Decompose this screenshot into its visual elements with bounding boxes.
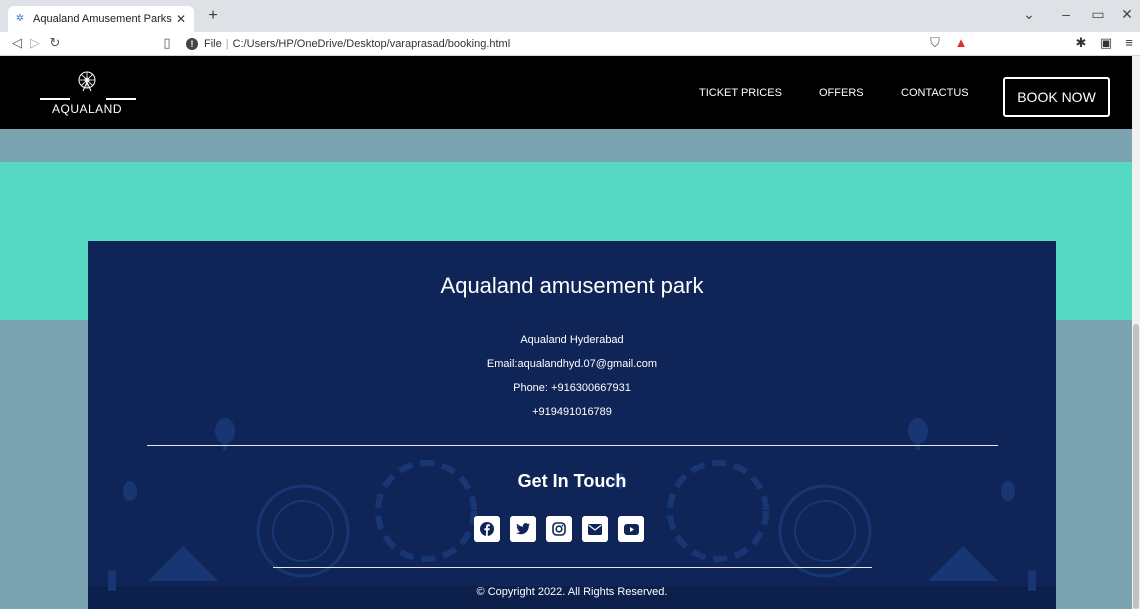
tab-title: Aqualand Amusement Parks & Re xyxy=(33,13,174,25)
extensions-icon[interactable]: ✱ xyxy=(1072,35,1090,51)
book-now-button[interactable]: BOOK NOW xyxy=(1003,77,1110,117)
forward-icon[interactable]: ▷ xyxy=(26,35,44,51)
social-links xyxy=(474,516,644,542)
scrollbar-thumb[interactable] xyxy=(1133,324,1139,609)
get-in-touch-heading: Get In Touch xyxy=(517,471,627,491)
browser-tab[interactable]: ✲ Aqualand Amusement Parks & Re ✕ xyxy=(8,6,194,32)
page-scrollbar[interactable] xyxy=(1132,56,1140,609)
footer-title: Aqualand amusement park xyxy=(440,273,704,298)
footer-address: Aqualand Hyderabad xyxy=(520,334,624,346)
ferris-wheel-icon xyxy=(78,71,96,92)
twitter-icon[interactable] xyxy=(510,516,536,542)
minimize-icon[interactable]: – xyxy=(1056,6,1076,22)
email-icon[interactable] xyxy=(582,516,608,542)
wallet-icon[interactable]: ▣ xyxy=(1097,35,1115,51)
copyright-text: © Copyright 2022. All Rights Reserved. xyxy=(476,586,668,598)
nav-contactus[interactable]: CONTACTUS xyxy=(901,87,969,99)
info-icon[interactable]: ! xyxy=(186,38,198,50)
footer-phone-2: +919491016789 xyxy=(532,406,612,418)
footer-email[interactable]: Email:aqualandhyd.07@gmail.com xyxy=(88,358,1056,370)
url-separator: | xyxy=(225,38,229,50)
logo[interactable]: AQUALAND xyxy=(38,70,138,116)
browser-tab-bar: ✲ Aqualand Amusement Parks & Re ✕ + ⌄ – … xyxy=(0,0,1140,32)
close-icon[interactable]: ✕ xyxy=(1117,6,1137,23)
youtube-icon[interactable] xyxy=(618,516,644,542)
url-scheme: File xyxy=(204,38,222,50)
reload-icon[interactable]: ↻ xyxy=(46,35,64,51)
menu-icon[interactable]: ≡ xyxy=(1120,35,1138,50)
bookmark-icon[interactable]: ▯ xyxy=(158,35,176,51)
url-text: C:/Users/HP/OneDrive/Desktop/varaprasad/… xyxy=(232,38,511,50)
new-tab-button[interactable]: + xyxy=(203,7,223,25)
nav-ticket-prices[interactable]: TICKET PRICES xyxy=(699,87,782,99)
site-header: AQUALAND TICKET PRICES OFFERS CONTACTUS … xyxy=(0,56,1132,129)
logo-line-left xyxy=(40,98,70,100)
footer-divider-2 xyxy=(273,567,872,568)
logo-text: AQUALAND xyxy=(52,102,123,116)
brave-shield-icon[interactable]: ⛉ xyxy=(926,35,944,51)
maximize-icon[interactable]: ▭ xyxy=(1088,6,1108,23)
browser-address-bar: ◁ ▷ ↻ ▯ ! File | C:/Users/HP/OneDrive/De… xyxy=(0,32,1140,56)
tab-close-icon[interactable]: ✕ xyxy=(174,12,188,26)
tab-search-icon[interactable]: ⌄ xyxy=(1019,6,1039,23)
instagram-icon[interactable] xyxy=(546,516,572,542)
url-field[interactable]: ! File | C:/Users/HP/OneDrive/Desktop/va… xyxy=(186,35,976,53)
footer-divider xyxy=(147,445,998,446)
nav-offers[interactable]: OFFERS xyxy=(819,87,864,99)
footer-phone: Phone: +916300667931 xyxy=(513,382,631,394)
footer: Aqualand amusement park Aqualand Hyderab… xyxy=(88,241,1056,609)
site-favicon-icon: ✲ xyxy=(15,13,25,24)
facebook-icon[interactable] xyxy=(474,516,500,542)
logo-line-right xyxy=(106,98,136,100)
back-icon[interactable]: ◁ xyxy=(8,35,26,51)
brave-rewards-icon[interactable]: ▲ xyxy=(952,35,970,50)
